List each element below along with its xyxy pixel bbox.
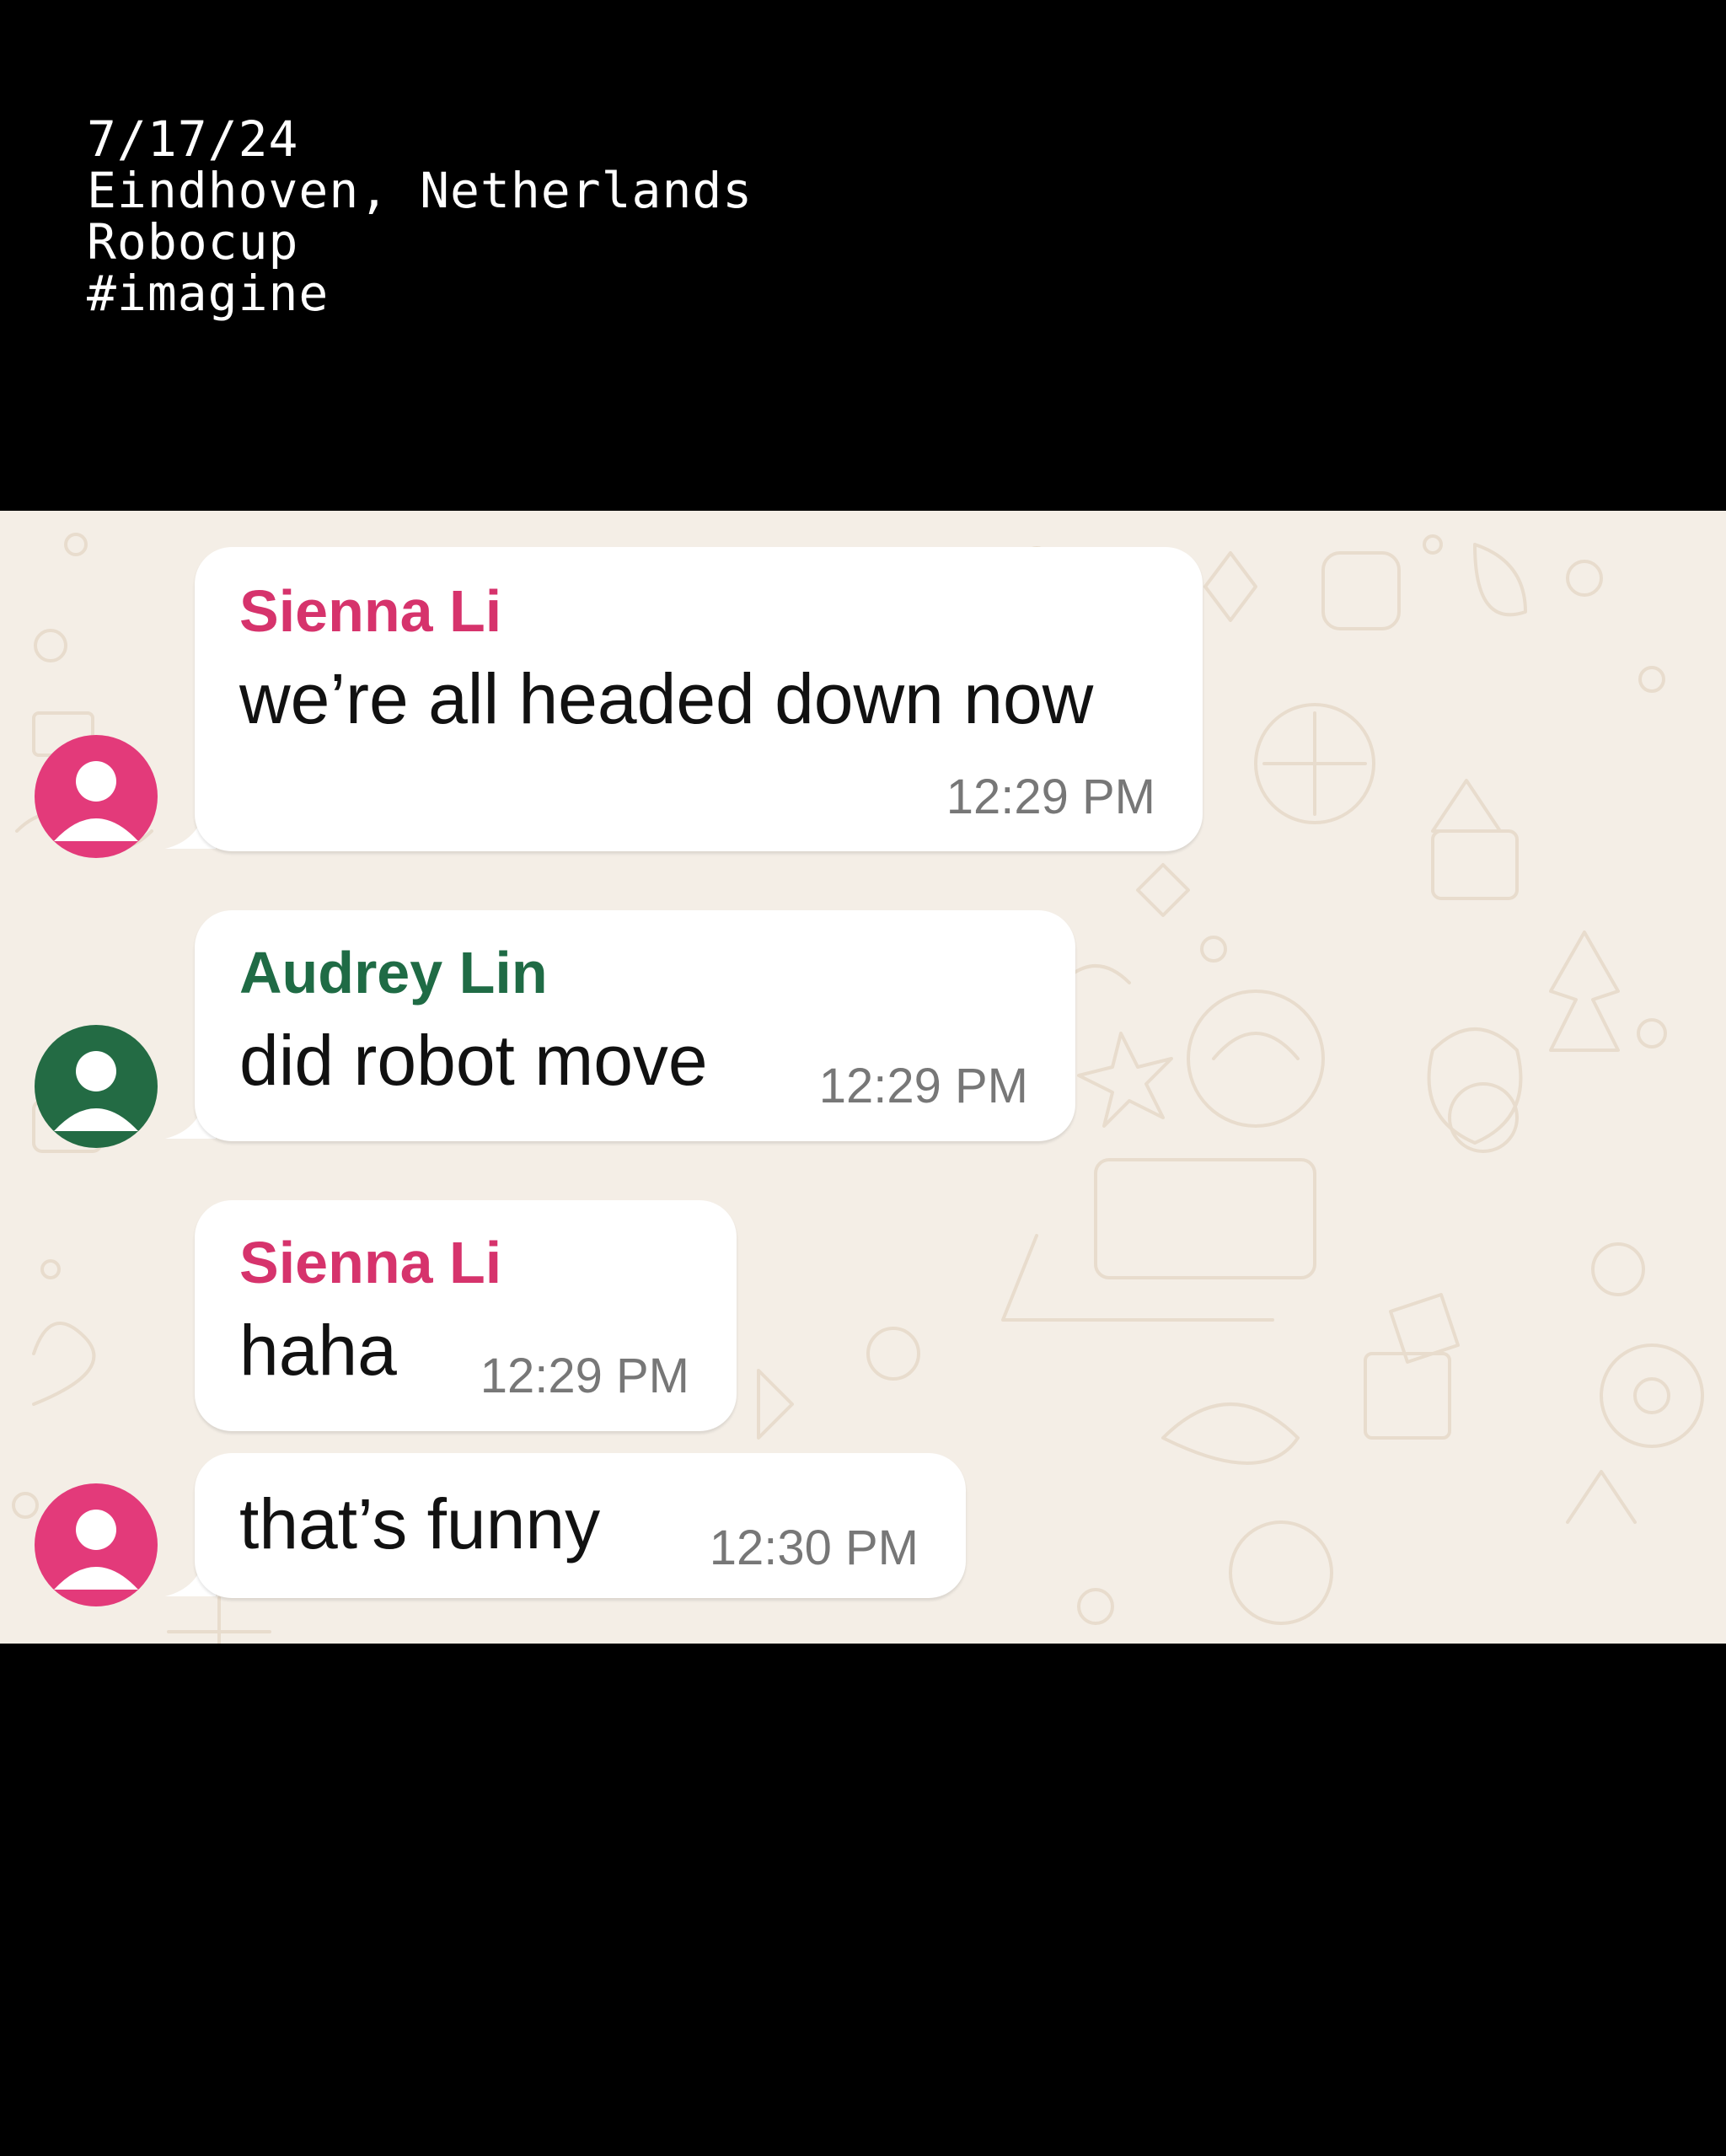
sender-name[interactable]: Sienna Li xyxy=(239,577,501,645)
person-icon xyxy=(54,761,138,841)
photo-caption: 7/17/24 Eindhoven, Netherlands Robocup #… xyxy=(87,114,753,319)
chat-conversation[interactable]: Sienna Li we’re all headed down now 12:2… xyxy=(0,511,1726,1644)
caption-hashtag: #imagine xyxy=(87,265,330,322)
message-text: did robot move xyxy=(239,1021,708,1100)
message-bubble[interactable]: Sienna Li haha 12:29 PM xyxy=(195,1200,737,1431)
sender-avatar[interactable] xyxy=(35,735,158,858)
message-bubble[interactable]: Sienna Li we’re all headed down now 12:2… xyxy=(195,547,1203,851)
person-icon xyxy=(54,1051,138,1131)
message-timestamp: 12:29 PM xyxy=(818,1059,1028,1113)
person-icon xyxy=(54,1510,138,1590)
sender-avatar[interactable] xyxy=(35,1025,158,1148)
sender-name[interactable]: Sienna Li xyxy=(239,1229,501,1296)
caption-event: Robocup xyxy=(87,213,299,271)
sender-name[interactable]: Audrey Lin xyxy=(239,939,548,1006)
message-timestamp: 12:30 PM xyxy=(709,1520,919,1575)
caption-date: 7/17/24 xyxy=(87,110,299,168)
caption-location: Eindhoven, Netherlands xyxy=(87,162,753,219)
message-timestamp: 12:29 PM xyxy=(946,770,1155,824)
message-bubble[interactable]: that’s funny 12:30 PM xyxy=(195,1453,966,1598)
message-text: haha xyxy=(239,1311,397,1390)
message-bubble[interactable]: Audrey Lin did robot move 12:29 PM xyxy=(195,910,1075,1141)
sender-avatar[interactable] xyxy=(35,1483,158,1606)
message-text: that’s funny xyxy=(239,1484,601,1563)
message-text: we’re all headed down now xyxy=(239,659,1094,738)
message-timestamp: 12:29 PM xyxy=(480,1349,689,1403)
